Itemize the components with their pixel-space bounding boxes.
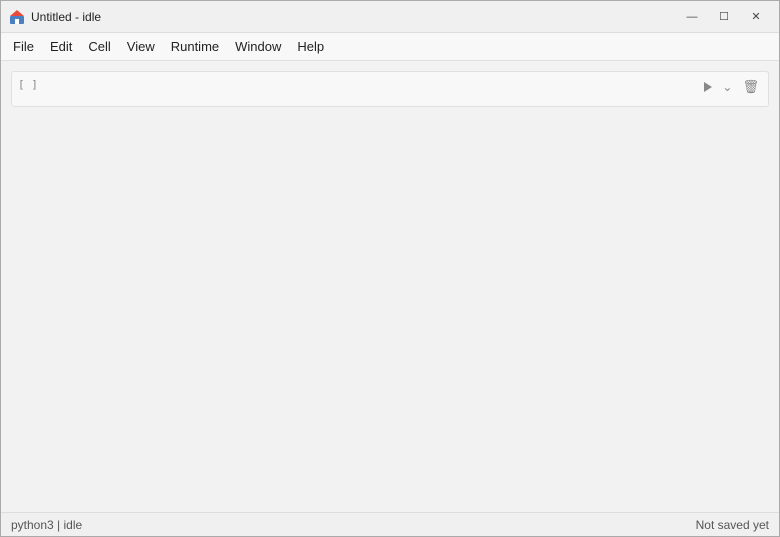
menu-item-edit[interactable]: Edit	[42, 35, 80, 58]
menu-item-window[interactable]: Window	[227, 35, 289, 58]
window-title: Untitled - idle	[31, 10, 101, 24]
status-bar: python3 | idle Not saved yet	[1, 512, 779, 536]
run-cell-button[interactable]	[701, 81, 715, 93]
delete-cell-button[interactable]: 🗑	[739, 78, 762, 96]
cell-input[interactable]	[50, 76, 697, 100]
title-left: Untitled - idle	[9, 9, 101, 25]
menu-item-help[interactable]: Help	[289, 35, 332, 58]
app-icon	[9, 9, 25, 25]
status-right: Not saved yet	[696, 518, 769, 532]
menu-item-cell[interactable]: Cell	[80, 35, 118, 58]
close-button[interactable]: ✕	[741, 7, 771, 27]
main-content: [ ] ⌄ 🗑	[1, 61, 779, 512]
chevron-down-icon: ⌄	[722, 80, 732, 94]
cell-actions: ⌄ 🗑	[701, 76, 762, 96]
cell-label: [ ]	[18, 76, 46, 91]
expand-cell-button[interactable]: ⌄	[719, 79, 735, 95]
menu-item-view[interactable]: View	[119, 35, 163, 58]
menu-item-file[interactable]: File	[5, 35, 42, 58]
status-left: python3 | idle	[11, 518, 82, 532]
code-cell: [ ] ⌄ 🗑	[11, 71, 769, 107]
maximize-button[interactable]: ☐	[709, 7, 739, 27]
run-icon	[704, 82, 712, 92]
title-bar: Untitled - idle — ☐ ✕	[1, 1, 779, 33]
minimize-button[interactable]: —	[677, 7, 707, 27]
menu-item-runtime[interactable]: Runtime	[163, 35, 227, 58]
menu-bar: FileEditCellViewRuntimeWindowHelp	[1, 33, 779, 61]
trash-icon: 🗑	[742, 79, 759, 95]
window-controls: — ☐ ✕	[677, 7, 771, 27]
